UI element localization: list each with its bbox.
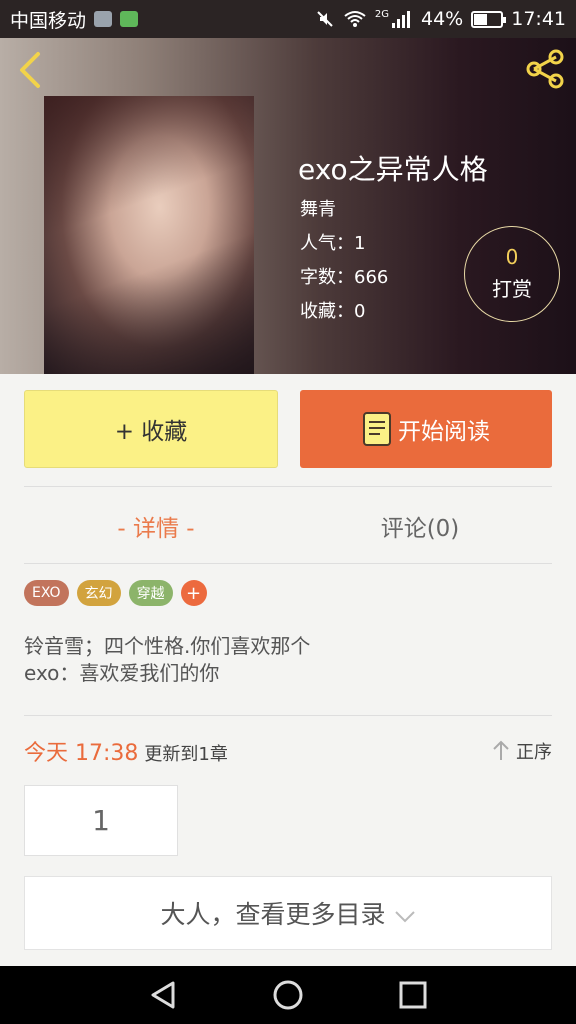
tab-comments[interactable]: 评论(0) (288, 500, 552, 552)
book-header: exo之异常人格 舞青 人气：1 字数：666 收藏：0 0 打赏 (0, 38, 576, 374)
start-reading-label: 开始阅读 (398, 419, 490, 445)
mute-icon (317, 11, 333, 27)
reward-count: 0 (505, 245, 519, 269)
battery-icon (471, 10, 507, 28)
start-reading-button[interactable]: 开始阅读 (300, 390, 552, 468)
gallery-notification-icon (94, 11, 113, 27)
chapter-item[interactable]: 1 (24, 785, 178, 856)
summary-line: 铃音雪；四个性格.你们喜欢那个 (24, 634, 311, 658)
signal-icon (392, 11, 410, 28)
reward-label: 打赏 (492, 277, 532, 301)
reward-button[interactable]: 0 打赏 (464, 226, 560, 322)
popularity-stat: 人气：1 (300, 233, 366, 254)
nav-home-button[interactable] (268, 975, 308, 1015)
circle-home-icon (273, 980, 303, 1010)
battery-percent: 44% (421, 8, 464, 30)
sort-arrow-up-icon (493, 740, 509, 760)
chevron-down-icon (394, 911, 415, 923)
update-time: 今天 17:38 (24, 741, 139, 766)
favorites-stat: 收藏：0 (300, 301, 366, 322)
book-cover-image[interactable] (44, 96, 254, 374)
tab-details[interactable]: - 详情 - (24, 500, 288, 552)
update-info: 今天 17:38 更新到1章 (24, 735, 228, 767)
status-bar: 中国移动 2G 44% 17:41 (0, 0, 576, 38)
clock: 17:41 (511, 8, 566, 30)
system-nav-bar (0, 966, 576, 1024)
wifi-icon (344, 11, 366, 27)
book-icon (363, 412, 391, 446)
nav-back-button[interactable] (143, 975, 183, 1015)
app-store-notification-icon (120, 11, 139, 27)
chapter-number: 1 (92, 804, 110, 837)
view-more-catalog-button[interactable]: 大人，查看更多目录 (24, 876, 552, 950)
view-more-catalog-label: 大人，查看更多目录 (160, 900, 386, 929)
book-author[interactable]: 舞青 (300, 195, 336, 221)
sort-toggle[interactable]: 正序 (492, 738, 552, 764)
word-count-stat: 字数：666 (300, 267, 389, 288)
summary-line: exo：喜欢爱我们的你 (24, 661, 220, 685)
tag-exo[interactable]: EXO (24, 580, 69, 606)
book-title: exo之异常人格 (298, 153, 488, 186)
tag-list: EXO 玄幻 穿越 + (24, 580, 207, 606)
divider (24, 563, 552, 564)
add-favorite-label: + 收藏 (114, 419, 188, 445)
battery-level-fill (474, 13, 487, 25)
back-arrow-icon[interactable] (12, 50, 52, 90)
carrier-label: 中国移动 (10, 9, 87, 32)
book-summary: 铃音雪；四个性格.你们喜欢那个 exo：喜欢爱我们的你 (24, 633, 310, 687)
add-favorite-button[interactable]: + 收藏 (24, 390, 278, 468)
nav-recents-button[interactable] (393, 975, 433, 1015)
update-text: 更新到1章 (144, 744, 228, 765)
network-type-label: 2G (374, 8, 389, 20)
divider (24, 486, 552, 487)
divider (24, 715, 552, 716)
add-tag-button[interactable]: + (180, 580, 207, 606)
square-recents-icon (399, 981, 427, 1009)
share-icon[interactable] (522, 48, 568, 90)
triangle-back-icon (151, 981, 175, 1009)
tab-comments-label: 评论(0) (380, 516, 460, 542)
tag-fantasy[interactable]: 玄幻 (76, 580, 121, 606)
sort-label: 正序 (516, 742, 552, 763)
tab-details-label: - 详情 - (117, 516, 195, 542)
tag-time-travel[interactable]: 穿越 (128, 580, 173, 606)
